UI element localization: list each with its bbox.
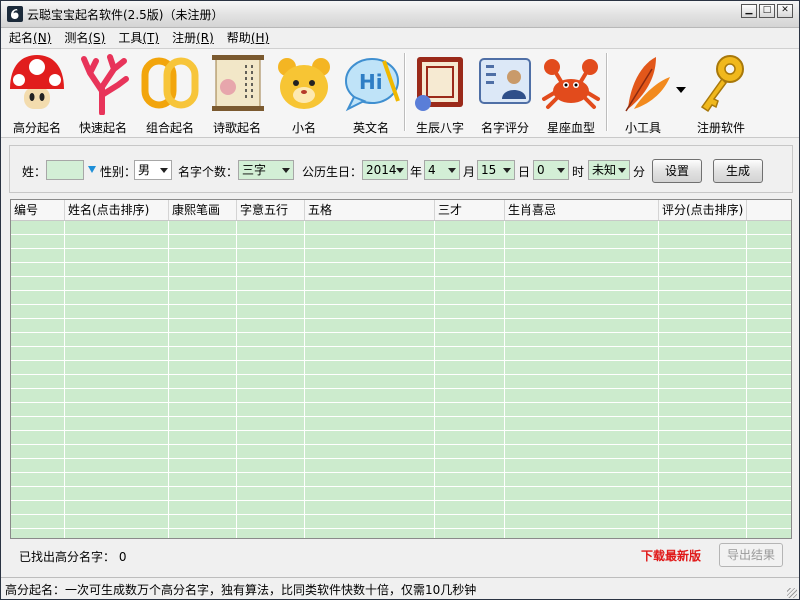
tool-quick-naming[interactable]: 快速起名 — [71, 51, 135, 135]
tool-label: 组合起名 — [145, 121, 194, 135]
tool-label: 英文名 — [352, 121, 389, 135]
gender-label: 性别： — [100, 165, 137, 179]
tool-label: 高分起名 — [12, 121, 61, 135]
name-count-select[interactable]: 三字 — [238, 160, 294, 180]
menu-bar: 起名(N) 测名(S) 工具(T) 注册(R) 帮助(H) — [1, 28, 799, 49]
menu-register[interactable]: 注册(R) — [164, 28, 219, 48]
menu-tools[interactable]: 工具(T) — [110, 28, 164, 48]
menu-ceming[interactable]: 测名(S) — [56, 28, 110, 48]
menu-help[interactable]: 帮助(H) — [219, 28, 274, 48]
tool-small-tools[interactable]: 小工具 — [611, 51, 675, 135]
day-unit: 日 — [518, 165, 531, 179]
minimize-button[interactable]: ▁ — [741, 4, 757, 18]
column-header-strokes[interactable]: 康熙笔画 — [169, 200, 237, 220]
hour-unit: 时 — [572, 165, 585, 179]
download-latest-link[interactable]: 下载最新版 — [641, 547, 701, 564]
rings-icon — [141, 57, 199, 109]
tool-zodiac-blood[interactable]: 星座血型 — [539, 51, 603, 135]
status-text: 高分起名：一次可生成数万个高分名字，独有算法，比同类软件快数十倍，仅需10几秒钟 — [5, 583, 477, 597]
calendar-icon — [415, 57, 463, 111]
found-count-value: 0 — [118, 550, 127, 564]
app-window: 云聪宝宝起名软件(2.5版)（未注册） ▁ □ ✕ 起名(N) 测名(S) 工具… — [0, 0, 800, 600]
tool-birth-eight-chars[interactable]: 生辰八字 — [408, 51, 472, 135]
tool-combo-naming[interactable]: 组合起名 — [138, 51, 202, 135]
tool-label: 快速起名 — [78, 121, 127, 135]
tool-nickname[interactable]: 小名 — [272, 51, 336, 135]
scroll-icon — [212, 55, 264, 111]
column-header-score[interactable]: 评分(点击排序) — [659, 200, 747, 220]
column-divider — [746, 221, 747, 538]
column-header-five-grids[interactable]: 五格 — [305, 200, 435, 220]
column-divider — [64, 221, 65, 538]
id-card-icon — [479, 58, 531, 104]
column-divider — [504, 221, 505, 538]
maximize-button[interactable]: □ — [759, 4, 775, 18]
minute-select[interactable]: 未知 — [588, 160, 630, 180]
column-header-number[interactable]: 编号 — [11, 200, 65, 220]
year-unit: 年 — [410, 165, 423, 179]
resize-grip-icon[interactable] — [787, 588, 797, 598]
options-panel: 姓： 性别： 男 名字个数： 三字 公历生日： 2014 年 4 月 15 日 … — [9, 145, 793, 193]
column-header-name[interactable]: 姓名(点击排序) — [65, 200, 169, 220]
tool-register-software[interactable]: 注册软件 — [689, 51, 753, 135]
bear-icon — [278, 58, 330, 109]
column-divider — [236, 221, 237, 538]
mushroom-icon — [10, 55, 64, 109]
crab-icon — [542, 59, 600, 109]
tool-label: 诗歌起名 — [212, 121, 261, 135]
tool-label: 星座血型 — [546, 121, 595, 135]
small-tools-dropdown-arrow-icon[interactable] — [676, 87, 686, 93]
gender-select[interactable]: 男 — [134, 160, 172, 180]
results-table: 编号 姓名(点击排序) 康熙笔画 字意五行 五格 三才 生肖喜忌 评分(点击排序… — [10, 199, 792, 539]
table-header: 编号 姓名(点击排序) 康熙笔画 字意五行 五格 三才 生肖喜忌 评分(点击排序… — [11, 200, 791, 221]
app-logo-icon — [7, 6, 23, 22]
column-divider — [168, 221, 169, 538]
tool-label: 注册软件 — [696, 121, 745, 135]
key-icon — [700, 55, 744, 113]
name-count-label: 名字个数： — [178, 165, 239, 179]
tool-name-score[interactable]: 名字评分 — [473, 51, 537, 135]
column-divider — [304, 221, 305, 538]
column-header-five-elements[interactable]: 字意五行 — [237, 200, 305, 220]
column-header-zodiac[interactable]: 生肖喜忌 — [505, 200, 659, 220]
window-title: 云聪宝宝起名软件(2.5版)（未注册） — [27, 8, 224, 22]
tool-label: 小工具 — [624, 121, 661, 135]
month-unit: 月 — [463, 165, 476, 179]
svg-text:Hi: Hi — [359, 70, 383, 94]
table-body[interactable] — [11, 221, 791, 538]
hi-bubble-icon: Hi — [345, 58, 400, 112]
column-divider — [434, 221, 435, 538]
coral-icon — [81, 54, 129, 115]
hour-select[interactable]: 0 — [533, 160, 569, 180]
generate-button[interactable]: 生成 — [713, 159, 763, 183]
tool-english-name[interactable]: Hi 英文名 — [339, 51, 403, 135]
status-bar: 高分起名：一次可生成数万个高分名字，独有算法，比同类软件快数十倍，仅需10几秒钟 — [1, 577, 799, 599]
day-select[interactable]: 15 — [477, 160, 515, 180]
surname-dropdown-icon[interactable] — [88, 166, 96, 173]
feather-icon — [625, 57, 670, 112]
tool-high-score-naming[interactable]: 高分起名 — [5, 51, 69, 135]
export-results-button[interactable]: 导出结果 — [719, 543, 783, 567]
tool-poetry-naming[interactable]: 诗歌起名 — [205, 51, 269, 135]
settings-button[interactable]: 设置 — [652, 159, 702, 183]
minute-unit: 分 — [633, 165, 646, 179]
month-select[interactable]: 4 — [424, 160, 460, 180]
title-bar: 云聪宝宝起名软件(2.5版)（未注册） ▁ □ ✕ — [1, 1, 799, 28]
birthday-label: 公历生日： — [302, 165, 363, 179]
year-select[interactable]: 2014 — [362, 160, 408, 180]
tool-label: 小名 — [291, 121, 316, 135]
found-count-text: 已找出高分名字： 0 — [19, 550, 127, 564]
column-header-three-talents[interactable]: 三才 — [435, 200, 505, 220]
surname-label: 姓： — [22, 165, 47, 179]
close-button[interactable]: ✕ — [777, 4, 793, 18]
toolbar: 高分起名 快速起名 组合起名 诗歌起名 小名 Hi 英文名 生辰八字 名字评分 … — [1, 49, 799, 138]
column-divider — [658, 221, 659, 538]
surname-input[interactable] — [46, 160, 84, 180]
menu-qiming[interactable]: 起名(N) — [1, 28, 56, 48]
tool-label: 名字评分 — [480, 121, 529, 135]
